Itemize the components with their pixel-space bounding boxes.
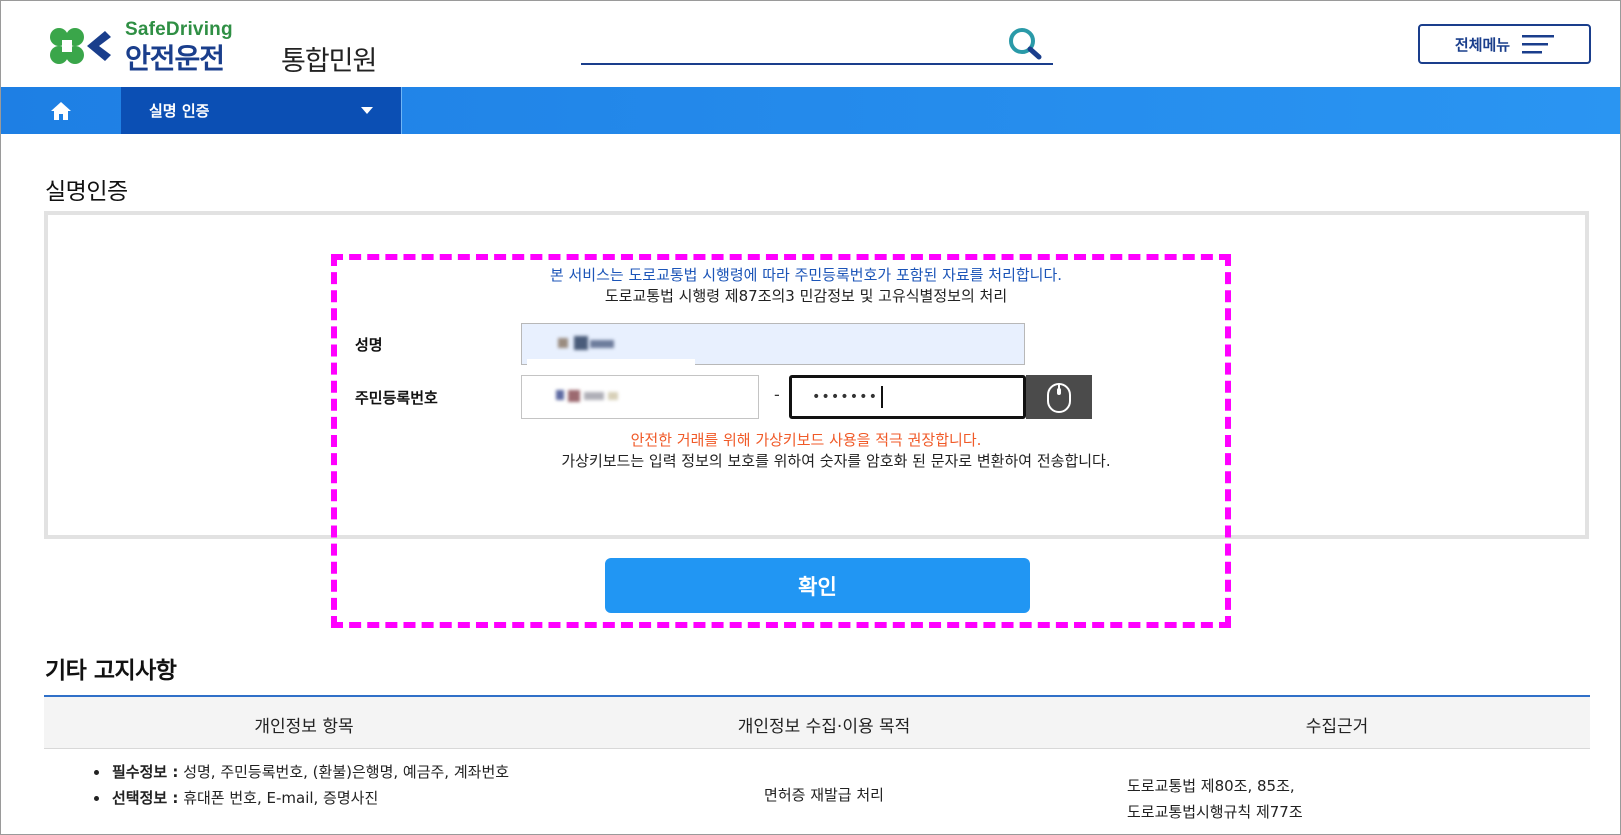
privacy-table: 개인정보 항목 개인정보 수집·이용 목적 수집근거 필수정보 : 성명, 주민… — [44, 695, 1590, 834]
rrn-back-masked-value: ••••••• — [812, 389, 879, 405]
search-bar — [581, 21, 1053, 65]
virtual-keyboard-button[interactable] — [1026, 375, 1092, 419]
text-cursor — [881, 386, 884, 408]
notice-legal-basis: 본 서비스는 도로교통법 시행령에 따라 주민등록번호가 포함된 자료를 처리합… — [549, 266, 1063, 284]
other-notices-title: 기타 고지사항 — [45, 658, 177, 684]
nav-divider — [401, 87, 402, 134]
redacted-text — [590, 340, 614, 348]
search-icon[interactable] — [1005, 25, 1045, 61]
confirm-button[interactable]: 확인 — [605, 558, 1030, 613]
nav-dropdown-selected[interactable]: 실명 인증 — [121, 87, 401, 134]
rrn-label: 주민등록번호 — [355, 389, 438, 407]
nav-home-button[interactable] — [1, 87, 121, 134]
name-label: 성명 — [355, 336, 383, 354]
list-item-text: 휴대폰 번호, E-mail, 증명사진 — [178, 789, 379, 807]
basis-line: 도로교통법시행규칙 제77조 — [1127, 803, 1303, 821]
list-item-text: 성명, 주민등록번호, (환불)은행명, 예금주, 계좌번호 — [178, 763, 510, 781]
search-input[interactable] — [581, 21, 981, 61]
redacted-text — [558, 338, 568, 348]
table-header-row: 개인정보 항목 개인정보 수집·이용 목적 수집근거 — [44, 695, 1590, 749]
nav-bar: 실명 인증 — [1, 87, 1620, 134]
full-menu-button[interactable]: 전체메뉴 — [1418, 24, 1591, 64]
site-header: SafeDriving 안전운전 통합민원 전체메뉴 — [1, 1, 1620, 87]
bullet-icon — [94, 770, 99, 775]
home-icon — [51, 101, 71, 120]
page-frame: SafeDriving 안전운전 통합민원 전체메뉴 실명 인증 실명인증 본 … — [0, 0, 1621, 835]
redacted-text — [568, 390, 580, 402]
clover-logo-icon — [50, 28, 111, 64]
redacted-text — [584, 392, 604, 400]
list-item-label: 필수정보 : — [112, 763, 179, 781]
virtual-keyboard-recommendation: 안전한 거래를 위해 가상키보드 사용을 적극 권장합니다. — [630, 431, 982, 449]
privacy-purpose-cell: 면허증 재발급 처리 — [764, 786, 884, 804]
redacted-text — [574, 336, 588, 350]
redaction-strip — [527, 359, 695, 375]
page-title: 실명인증 — [45, 179, 128, 205]
redacted-text — [556, 390, 564, 400]
list-item-label: 선택정보 : — [112, 789, 179, 807]
privacy-items-cell: 필수정보 : 성명, 주민등록번호, (환불)은행명, 예금주, 계좌번호 선택… — [94, 759, 554, 811]
logo-title: 안전운전 — [125, 42, 225, 75]
bullet-icon — [94, 796, 99, 801]
basis-line: 도로교통법 제80조, 85조, — [1127, 777, 1295, 795]
privacy-basis-cell: 도로교통법 제80조, 85조, 도로교통법시행규칙 제77조 — [1127, 773, 1547, 825]
full-menu-label: 전체메뉴 — [1454, 35, 1511, 54]
table-header-cell: 개인정보 수집·이용 목적 — [737, 717, 911, 737]
list-item: 선택정보 : 휴대폰 번호, E-mail, 증명사진 — [94, 785, 554, 811]
rrn-separator: - — [774, 385, 780, 404]
rrn-front-input[interactable] — [521, 375, 759, 419]
redacted-text — [608, 392, 618, 400]
hamburger-menu-icon — [1522, 35, 1555, 54]
table-header-cell: 수집근거 — [1305, 717, 1369, 737]
notice-sensitive-info: 도로교통법 시행령 제87조의3 민감정보 및 고유식별정보의 처리 — [604, 287, 1008, 305]
virtual-keyboard-description: 가상키보드는 입력 정보의 보호를 위하여 숫자를 암호화 된 문자로 변환하여… — [561, 452, 1111, 470]
table-header-cell: 개인정보 항목 — [254, 717, 354, 737]
mouse-icon — [1047, 383, 1071, 413]
chevron-down-icon — [361, 107, 373, 114]
logo-title-2: 통합민원 — [281, 46, 377, 77]
list-item: 필수정보 : 성명, 주민등록번호, (환불)은행명, 예금주, 계좌번호 — [94, 759, 554, 785]
rrn-back-input[interactable]: ••••••• — [789, 375, 1026, 419]
nav-dropdown-label: 실명 인증 — [149, 102, 210, 120]
